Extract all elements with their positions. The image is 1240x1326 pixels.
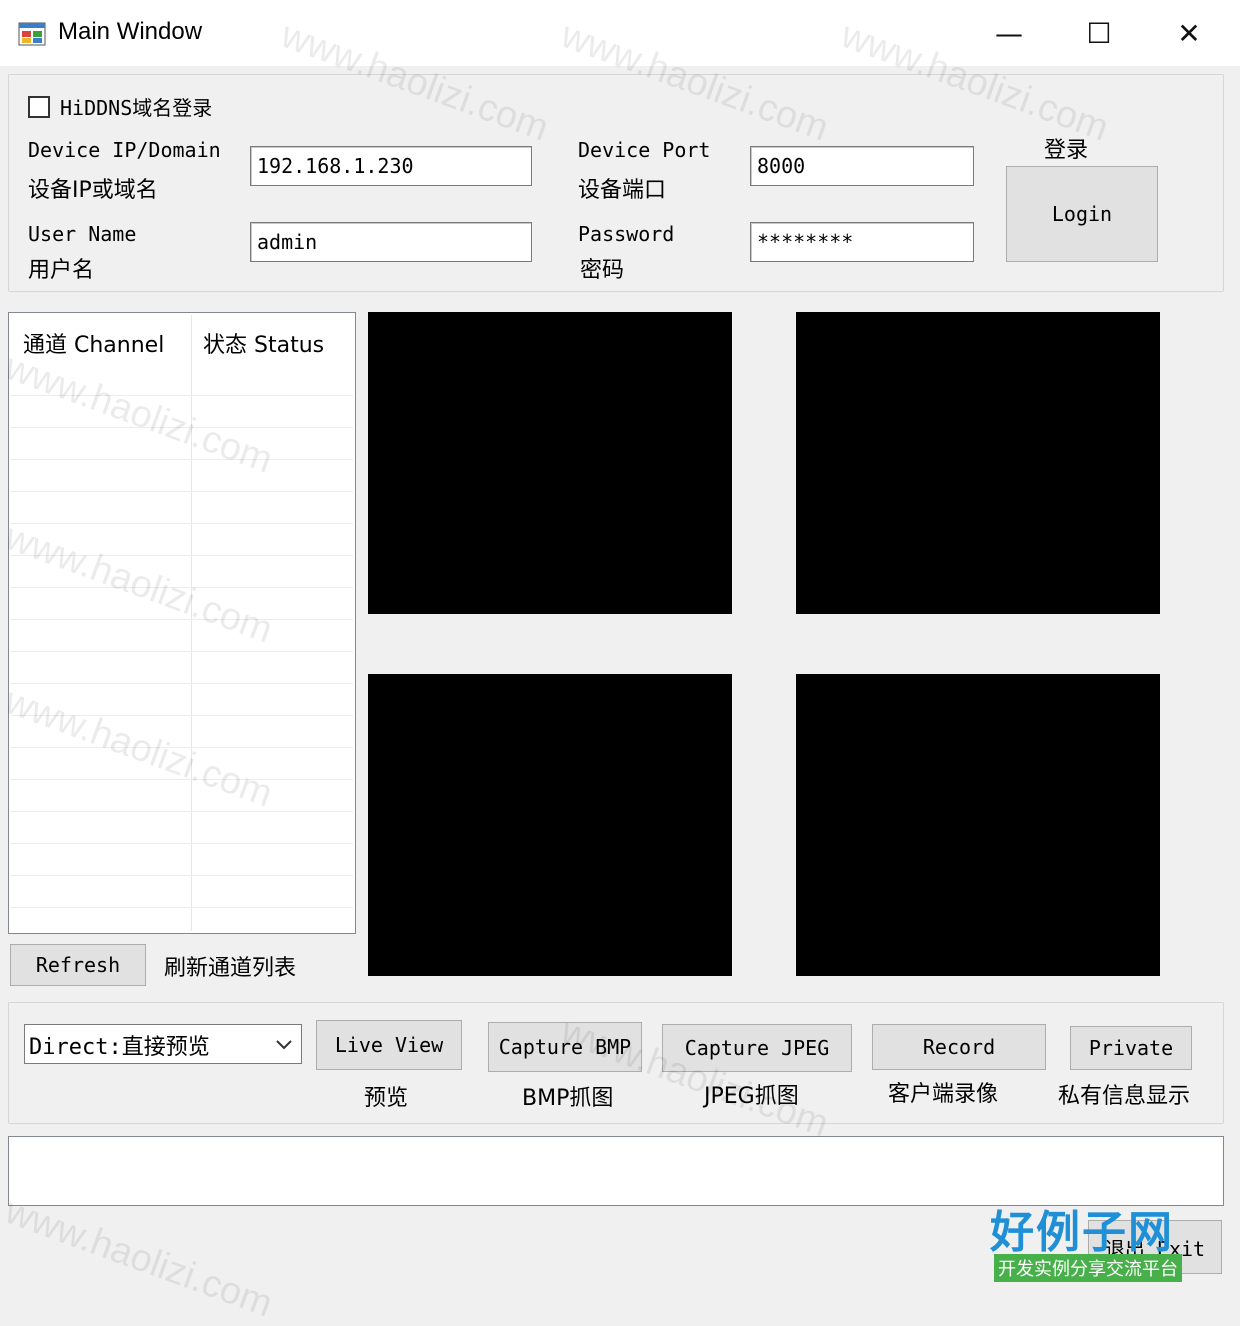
hiddns-checkbox[interactable] — [28, 96, 50, 118]
record-label-cn: 客户端录像 — [888, 1082, 999, 1107]
device-port-label: Device Port — [578, 138, 711, 162]
channel-list[interactable]: 通道 Channel 状态 Status — [8, 312, 356, 934]
list-row — [11, 523, 353, 556]
username-label: User Name — [28, 222, 137, 246]
column-header-channel[interactable]: 通道 Channel — [23, 327, 164, 359]
password-input[interactable]: ******** — [750, 222, 974, 262]
list-row — [11, 587, 353, 620]
brand-logo: 好例子网 — [990, 1207, 1174, 1258]
maximize-button[interactable]: ☐ — [1054, 0, 1144, 66]
list-row — [11, 651, 353, 684]
list-row — [11, 683, 353, 716]
stream-type-select[interactable]: Direct:直接预览 — [24, 1024, 302, 1064]
login-label-cn: 登录 — [1044, 138, 1089, 163]
list-row — [11, 491, 353, 524]
title-bar: Main Window — ☐ ✕ — [0, 0, 1240, 66]
refresh-button[interactable]: Refresh — [10, 944, 146, 986]
brand-subtitle: 开发实例分享交流平台 — [994, 1254, 1182, 1282]
device-ip-input[interactable]: 192.168.1.230 — [250, 146, 532, 186]
video-pane-1[interactable] — [368, 312, 732, 614]
device-port-input[interactable]: 8000 — [750, 146, 974, 186]
video-pane-2[interactable] — [796, 312, 1160, 614]
maximize-icon: ☐ — [1086, 16, 1112, 50]
live-view-label-cn: 预览 — [364, 1086, 409, 1111]
chevron-down-icon — [276, 1040, 292, 1050]
list-row — [11, 427, 353, 460]
minimize-button[interactable]: — — [964, 0, 1054, 66]
capture-jpeg-label-cn: JPEG抓图 — [704, 1084, 799, 1109]
record-button[interactable]: Record — [872, 1024, 1046, 1070]
refresh-label-cn: 刷新通道列表 — [164, 956, 297, 981]
list-row — [11, 843, 353, 876]
list-row — [11, 715, 353, 748]
login-button[interactable]: Login — [1006, 166, 1158, 262]
device-ip-label: Device IP/Domain — [28, 138, 221, 162]
username-label-cn: 用户名 — [28, 258, 95, 283]
list-row — [11, 747, 353, 780]
hiddns-label: HiDDNS域名登录 — [60, 96, 213, 120]
watermark-text: www.haolizi.com — [0, 1190, 278, 1326]
app-icon — [18, 22, 46, 46]
list-row — [11, 619, 353, 652]
password-label: Password — [578, 222, 675, 246]
capture-bmp-label-cn: BMP抓图 — [522, 1086, 614, 1111]
private-button[interactable]: Private — [1070, 1026, 1192, 1070]
video-pane-3[interactable] — [368, 674, 732, 976]
list-row — [11, 779, 353, 812]
close-button[interactable]: ✕ — [1144, 0, 1234, 66]
window-title: Main Window — [58, 18, 203, 45]
capture-bmp-button[interactable]: Capture BMP — [488, 1022, 642, 1072]
device-ip-label-cn: 设备IP或域名 — [28, 178, 158, 203]
list-row — [11, 363, 353, 396]
capture-jpeg-button[interactable]: Capture JPEG — [662, 1024, 852, 1072]
column-header-status[interactable]: 状态 Status — [203, 327, 324, 359]
list-row — [11, 875, 353, 908]
live-view-button[interactable]: Live View — [316, 1020, 462, 1070]
stream-type-value: Direct:直接预览 — [29, 1035, 210, 1060]
list-row — [11, 555, 353, 588]
username-input[interactable]: admin — [250, 222, 532, 262]
list-row — [11, 395, 353, 428]
close-icon: ✕ — [1177, 16, 1201, 50]
password-label-cn: 密码 — [580, 258, 625, 283]
device-port-label-cn: 设备端口 — [578, 178, 667, 203]
list-row — [11, 459, 353, 492]
minimize-icon: — — [995, 16, 1023, 50]
list-row — [11, 811, 353, 844]
private-label-cn: 私有信息显示 — [1058, 1084, 1191, 1109]
video-pane-4[interactable] — [796, 674, 1160, 976]
